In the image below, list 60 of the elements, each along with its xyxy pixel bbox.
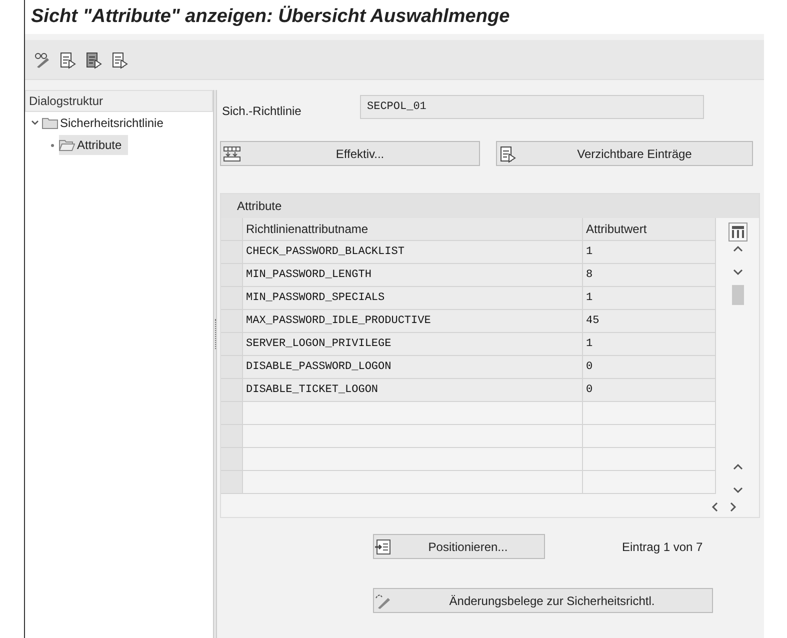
change-documents-button[interactable]: Änderungsbelege zur Sicherheitsrichtl. bbox=[373, 588, 713, 613]
table-cell: MIN_PASSWORD_LENGTH bbox=[243, 264, 583, 286]
row-selector[interactable] bbox=[221, 333, 243, 355]
scrollbar-thumb[interactable] bbox=[732, 285, 744, 305]
row-selector[interactable] bbox=[221, 241, 243, 263]
row-selector[interactable] bbox=[221, 471, 243, 493]
table-cell: 45 bbox=[583, 310, 716, 332]
row-selector[interactable] bbox=[221, 287, 243, 309]
table-cell: 0 bbox=[583, 356, 716, 378]
row-selector[interactable] bbox=[221, 402, 243, 424]
entry-counter: Eintrag 1 von 7 bbox=[622, 538, 703, 556]
window-title: Sicht "Attribute" anzeigen: Übersicht Auswahlmenge bbox=[31, 4, 510, 29]
table-cell: MAX_PASSWORD_IDLE_PRODUCTIVE bbox=[243, 310, 583, 332]
row-selector[interactable] bbox=[221, 425, 243, 447]
scroll-up-icon[interactable] bbox=[732, 245, 742, 253]
table-title: Attribute bbox=[221, 194, 759, 218]
column-settings-icon[interactable] bbox=[728, 222, 748, 242]
table-cell: DISABLE_TICKET_LOGON bbox=[243, 379, 583, 401]
position-button[interactable]: Positionieren... bbox=[373, 534, 545, 559]
collapse-caret-icon[interactable] bbox=[31, 119, 39, 127]
field-label: Sich.-Richtlinie bbox=[221, 103, 302, 120]
table-cell: CHECK_PASSWORD_BLACKLIST bbox=[243, 241, 583, 263]
scroll-up-icon[interactable] bbox=[732, 463, 742, 471]
select-all-corner[interactable] bbox=[221, 218, 243, 240]
table-cell: SERVER_LOGON_PRIVILEGE bbox=[243, 333, 583, 355]
table-cell: 0 bbox=[583, 379, 716, 401]
row-selector[interactable] bbox=[221, 310, 243, 332]
policy-field[interactable]: SECPOL_01 bbox=[360, 95, 704, 119]
row-selector[interactable] bbox=[221, 264, 243, 286]
folder-icon bbox=[42, 117, 58, 129]
document-arrow-icon bbox=[499, 144, 517, 162]
effective-button[interactable]: Effektiv... bbox=[220, 141, 480, 166]
folder-icon bbox=[59, 139, 75, 151]
scroll-right-icon[interactable] bbox=[729, 502, 737, 512]
panel-header: Dialogstruktur bbox=[25, 90, 213, 112]
tree-item[interactable]: Sicherheitsrichtlinie bbox=[42, 113, 170, 133]
table-cell: 1 bbox=[583, 241, 716, 263]
bullet-icon bbox=[51, 144, 54, 146]
document-arrow-icon[interactable] bbox=[111, 50, 129, 68]
row-selector[interactable] bbox=[221, 379, 243, 401]
pencil-icon bbox=[374, 592, 392, 610]
row-selector[interactable] bbox=[221, 356, 243, 378]
table-cell: 1 bbox=[583, 287, 716, 309]
dispensable-entries-button[interactable]: Verzichtbare Einträge bbox=[496, 141, 753, 166]
tree-item[interactable]: Attribute bbox=[59, 135, 128, 155]
table-cell: 8 bbox=[583, 264, 716, 286]
table-cell: MIN_PASSWORD_SPECIALS bbox=[243, 287, 583, 309]
column-header[interactable]: Attributwert bbox=[583, 218, 716, 240]
table-cell: 1 bbox=[583, 333, 716, 355]
document-arrow-icon[interactable] bbox=[85, 50, 103, 68]
scroll-down-icon[interactable] bbox=[732, 486, 742, 494]
scroll-down-icon[interactable] bbox=[732, 268, 742, 276]
display-change-icon[interactable] bbox=[33, 50, 51, 68]
row-selector[interactable] bbox=[221, 448, 243, 470]
scroll-left-icon[interactable] bbox=[711, 502, 719, 512]
table-arrows-icon bbox=[223, 144, 241, 162]
column-header[interactable]: Richtlinienattributname bbox=[243, 218, 583, 240]
splitter-handle[interactable] bbox=[214, 319, 216, 349]
document-arrow-icon[interactable] bbox=[59, 50, 77, 68]
table-cell: DISABLE_PASSWORD_LOGON bbox=[243, 356, 583, 378]
